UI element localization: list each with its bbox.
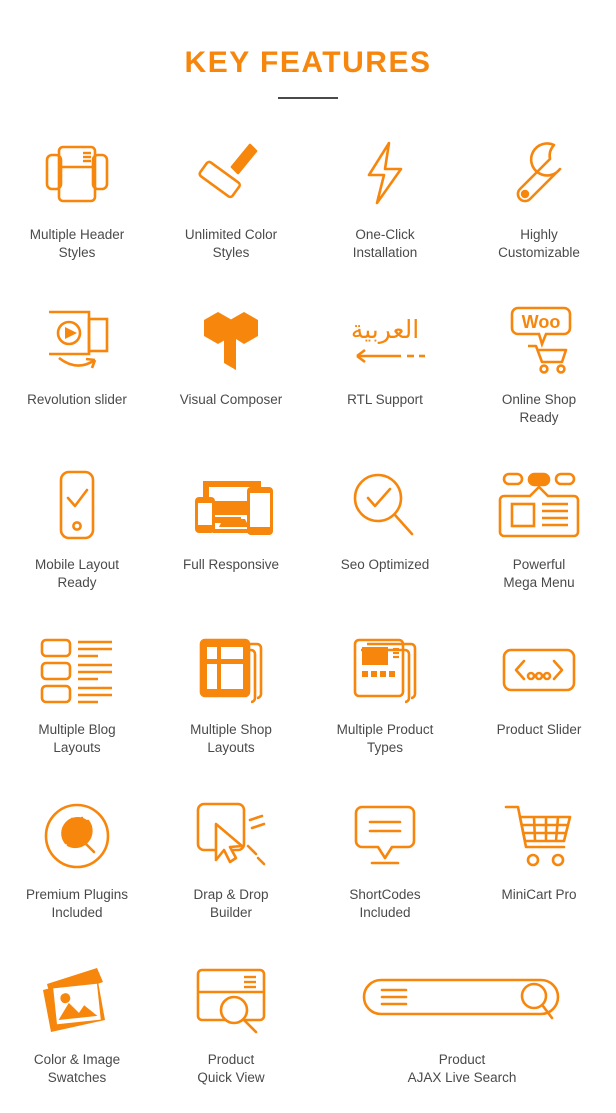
minicart-icon — [504, 797, 574, 875]
drag-drop-cursor-icon — [194, 797, 268, 875]
feature-item[interactable]: Product Slider — [462, 618, 616, 783]
feature-label: Drap & Drop Builder — [193, 887, 269, 921]
product-types-icon — [353, 632, 417, 710]
feature-label: Multiple Product Types — [336, 722, 434, 756]
feature-item[interactable]: Revolution slider — [0, 288, 154, 453]
visual-composer-logo-icon — [202, 302, 260, 380]
plug-circle-icon — [44, 797, 110, 875]
feature-label: Revolution slider — [27, 392, 127, 407]
feature-item[interactable]: Multiple Header Styles — [0, 123, 154, 288]
feature-item[interactable]: Color & Image Swatches — [0, 948, 154, 1113]
paint-roller-icon — [198, 137, 264, 215]
feature-label: Product Slider — [496, 722, 582, 737]
shortcode-bubble-icon — [354, 797, 416, 875]
feature-item[interactable]: Product Quick View — [154, 948, 308, 1113]
image-swatches-icon — [41, 962, 113, 1040]
title-divider-wrap — [0, 97, 616, 99]
feature-label: Multiple Blog Layouts — [38, 722, 116, 756]
svg-text:العربية: العربية — [351, 315, 419, 344]
feature-label: Visual Composer — [179, 392, 283, 407]
feature-item[interactable]: Woo Online Shop Ready — [462, 288, 616, 453]
page-title: KEY FEATURES — [184, 46, 432, 79]
mega-menu-icon — [498, 467, 580, 545]
blog-list-layout-icon — [40, 632, 114, 710]
magnifier-check-icon — [352, 467, 418, 545]
feature-label: MiniCart Pro — [501, 887, 577, 902]
lightning-bolt-icon — [363, 137, 407, 215]
feature-label: Product AJAX Live Search — [407, 1052, 517, 1086]
mobile-check-icon — [54, 467, 100, 545]
feature-label: Color & Image Swatches — [33, 1052, 121, 1086]
shop-pages-icon — [199, 632, 263, 710]
feature-label: Multiple Header Styles — [29, 227, 125, 261]
feature-item[interactable]: Visual Composer — [154, 288, 308, 453]
feature-label: RTL Support — [347, 392, 423, 407]
feature-label: Online Shop Ready — [501, 392, 577, 426]
responsive-devices-icon — [189, 467, 273, 545]
feature-item[interactable]: Highly Customizable — [462, 123, 616, 288]
key-features-section: KEY FEATURES Multiple Header Styles Unli… — [0, 0, 616, 1108]
feature-item[interactable]: Powerful Mega Menu — [462, 453, 616, 618]
feature-item[interactable]: العربية RTL Support — [308, 288, 462, 453]
feature-item[interactable]: Premium Plugins Included — [0, 783, 154, 948]
feature-item[interactable]: Seo Optimized — [308, 453, 462, 618]
feature-item[interactable]: Multiple Product Types — [308, 618, 462, 783]
slider-arrows-dots-icon — [502, 632, 576, 710]
feature-label: Unlimited Color Styles — [184, 227, 278, 261]
feature-label: ShortCodes Included — [349, 887, 421, 921]
title-divider — [278, 97, 338, 99]
ajax-search-bar-icon — [362, 962, 562, 1040]
feature-label: Product Quick View — [197, 1052, 265, 1086]
multiple-header-styles-icon — [39, 137, 115, 215]
woocommerce-cart-icon: Woo — [506, 302, 572, 380]
feature-item[interactable]: Unlimited Color Styles — [154, 123, 308, 288]
revolution-slider-icon — [39, 302, 115, 380]
feature-item[interactable]: One-Click Installation — [308, 123, 462, 288]
feature-label: Mobile Layout Ready — [34, 557, 120, 591]
feature-label: Full Responsive — [182, 557, 280, 572]
feature-item[interactable]: Multiple Shop Layouts — [154, 618, 308, 783]
wrench-icon — [510, 137, 568, 215]
feature-item[interactable]: Drap & Drop Builder — [154, 783, 308, 948]
feature-item[interactable]: Multiple Blog Layouts — [0, 618, 154, 783]
feature-item[interactable]: Mobile Layout Ready — [0, 453, 154, 618]
rtl-arabic-arrow-icon: العربية — [343, 302, 427, 380]
svg-text:Woo: Woo — [522, 312, 561, 332]
feature-label: Powerful Mega Menu — [503, 557, 575, 591]
feature-item[interactable]: Full Responsive — [154, 453, 308, 618]
feature-label: Multiple Shop Layouts — [190, 722, 272, 756]
feature-item[interactable]: ShortCodes Included — [308, 783, 462, 948]
feature-label: Highly Customizable — [498, 227, 580, 261]
features-grid: Multiple Header Styles Unlimited Color S… — [0, 123, 616, 1113]
feature-item[interactable]: Product AJAX Live Search — [308, 948, 616, 1113]
feature-label: Seo Optimized — [340, 557, 430, 572]
feature-label: One-Click Installation — [352, 227, 418, 261]
feature-label: Premium Plugins Included — [25, 887, 129, 921]
quick-view-magnifier-icon — [196, 962, 266, 1040]
feature-item[interactable]: MiniCart Pro — [462, 783, 616, 948]
